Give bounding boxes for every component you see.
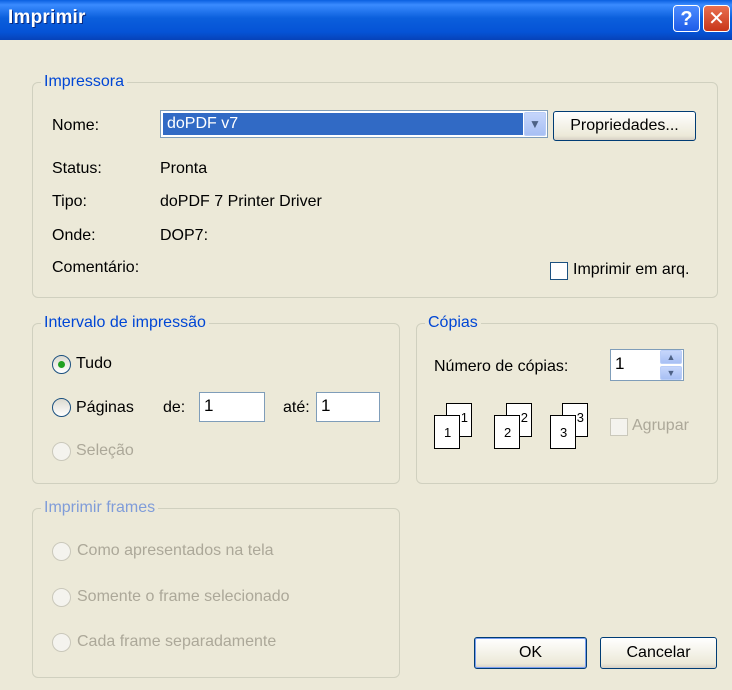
page-number: 2 <box>520 410 528 425</box>
where-value: DOP7: <box>160 227 209 244</box>
range-selection-label[interactable]: Seleção <box>76 441 134 461</box>
page-icon: 3 <box>550 415 576 449</box>
range-pages-radio[interactable] <box>52 398 71 417</box>
print-frames-legend: Imprimir frames <box>41 498 159 518</box>
page-number: 1 <box>444 425 452 440</box>
range-all-label[interactable]: Tudo <box>76 354 112 374</box>
frames-selected-radio[interactable] <box>52 588 71 607</box>
frames-as-laid-out-radio[interactable] <box>52 542 71 561</box>
copies-legend: Cópias <box>425 313 481 333</box>
page-number: 2 <box>504 425 512 440</box>
where-label: Onde: <box>52 227 96 244</box>
close-icon: ✕ <box>708 8 725 30</box>
printer-name-value: doPDF v7 <box>163 113 523 135</box>
type-value: doPDF 7 Printer Driver <box>160 193 322 210</box>
status-label: Status: <box>52 160 102 177</box>
range-all-radio[interactable] <box>52 355 71 374</box>
range-selection-radio[interactable] <box>52 442 71 461</box>
properties-button[interactable]: Propriedades... <box>553 111 696 141</box>
collate-label[interactable]: Agrupar <box>632 416 689 436</box>
help-button[interactable]: ? <box>673 5 700 32</box>
collate-pages-icon-1: 1 1 <box>434 403 484 453</box>
page-number: 1 <box>460 410 468 425</box>
to-label: até: <box>283 399 310 416</box>
page-number: 3 <box>576 410 584 425</box>
printer-name-select[interactable]: doPDF v7 ▼ <box>160 110 548 138</box>
collate-pages-icon-2: 2 2 <box>494 403 544 453</box>
from-field[interactable]: 1 <box>199 392 265 422</box>
ok-button[interactable]: OK <box>474 637 587 669</box>
frames-each-radio[interactable] <box>52 633 71 652</box>
chevron-down-icon[interactable]: ▼ <box>524 112 546 136</box>
print-range-legend: Intervalo de impressão <box>41 313 209 333</box>
range-pages-label[interactable]: Páginas <box>76 398 134 418</box>
frames-each-label[interactable]: Cada frame separadamente <box>77 632 276 652</box>
collate-checkbox[interactable] <box>610 418 628 436</box>
copies-count-label: Número de cópias: <box>434 358 569 375</box>
from-label: de: <box>163 399 186 416</box>
frames-selected-label[interactable]: Somente o frame selecionado <box>77 587 290 607</box>
window-title: Imprimir <box>8 7 86 28</box>
frames-as-laid-out-label[interactable]: Como apresentados na tela <box>77 541 274 561</box>
page-number: 3 <box>560 425 568 440</box>
close-button[interactable]: ✕ <box>703 5 730 32</box>
status-value: Pronta <box>160 160 208 177</box>
to-field[interactable]: 1 <box>316 392 380 422</box>
comment-label: Comentário: <box>52 259 140 276</box>
chevron-down-icon[interactable]: ▼ <box>660 366 682 380</box>
page-icon: 1 <box>434 415 460 449</box>
copies-stepper[interactable]: ▲ ▼ <box>660 350 682 380</box>
collate-pages-icon-3: 3 3 <box>550 403 600 453</box>
type-label: Tipo: <box>52 193 87 210</box>
print-to-file-checkbox[interactable] <box>550 262 568 280</box>
print-dialog: Imprimir ? ✕ Impressora Nome: doPDF v7 ▼… <box>0 0 732 690</box>
title-bar[interactable]: Imprimir ? ✕ <box>0 0 732 40</box>
print-to-file-label[interactable]: Imprimir em arq. <box>573 260 689 280</box>
printer-name-label: Nome: <box>52 117 100 134</box>
page-icon: 2 <box>494 415 520 449</box>
chevron-up-icon[interactable]: ▲ <box>660 350 682 364</box>
help-icon: ? <box>680 8 693 30</box>
cancel-button[interactable]: Cancelar <box>600 637 717 669</box>
printer-legend: Impressora <box>41 72 128 92</box>
